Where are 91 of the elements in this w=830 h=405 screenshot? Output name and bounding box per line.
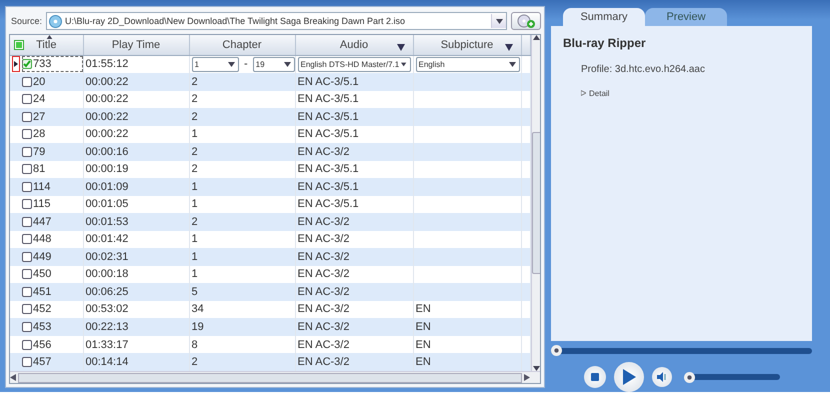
source-label: Source:	[10, 16, 42, 26]
subpicture-select[interactable]: English	[416, 56, 520, 72]
chapter-count: 2	[192, 76, 198, 88]
chapter-count: 8	[192, 338, 198, 350]
chapter-start-select[interactable]: 1	[192, 56, 239, 72]
play-time: 00:22:13	[86, 320, 128, 333]
play-time: 00:00:22	[86, 110, 128, 123]
chapter-count: 1	[192, 250, 198, 263]
chapter-count: 1	[192, 198, 198, 210]
audio-track: EN AC-3/5.1	[298, 93, 359, 106]
audio-track: EN AC-3/5.1	[298, 110, 359, 123]
title-number: 456	[33, 338, 52, 350]
title-number: 81	[33, 163, 46, 176]
column-header[interactable]: Title	[10, 35, 83, 55]
play-time: 00:01:05	[86, 198, 128, 210]
audio-track: EN AC-3/2	[298, 250, 350, 263]
chapter-count: 1	[192, 180, 198, 193]
play-time: 00:00:22	[86, 93, 128, 106]
column-header[interactable]: Chapter	[189, 35, 295, 55]
audio-track: EN AC-3/5.1	[298, 198, 359, 210]
play-time: 00:00:16	[86, 146, 128, 158]
audio-track: EN AC-3/2	[298, 146, 350, 158]
column-header[interactable]: Audio	[295, 35, 413, 55]
chapter-count: 1	[192, 268, 198, 280]
subtitle-language: EN	[416, 303, 431, 316]
play-time: 00:00:22	[86, 76, 128, 88]
source-dropdown[interactable]: U:\Blu-ray 2D_Download\New Download\The Twilight Saga Breaking Dawn Part 2.iso	[46, 12, 507, 30]
title-number: 451	[33, 286, 52, 298]
column-header[interactable]: Play Time	[83, 35, 189, 55]
title-number: 733	[33, 58, 52, 70]
play-time: 00:00:19	[86, 163, 128, 176]
audio-track: EN AC-3/2	[298, 216, 350, 228]
chapter-count: 2	[192, 93, 198, 106]
chapter-count: 2	[192, 163, 198, 176]
audio-track: EN AC-3/2	[298, 268, 350, 280]
subtitle-language: EN	[416, 320, 431, 333]
title-number: 27	[33, 110, 46, 123]
tab[interactable]: Summary	[563, 8, 645, 26]
profile-text: Profile: 3d.htc.evo.h264.aac	[581, 64, 706, 75]
range-dash: -	[242, 58, 249, 70]
tab[interactable]: Preview	[645, 8, 727, 26]
title-number: 79	[33, 146, 46, 158]
title-number: 453	[33, 320, 52, 333]
summary-title: Blu-ray Ripper	[563, 36, 647, 50]
play-time: 00:01:09	[86, 180, 128, 193]
play-time: 00:01:42	[86, 233, 128, 246]
play-time: 00:00:18	[86, 268, 128, 280]
audio-track: EN AC-3/2	[298, 286, 350, 298]
chapter-end-select[interactable]: 19	[252, 56, 294, 72]
audio-track: EN AC-3/2	[298, 303, 350, 316]
chapter-count: 1	[192, 128, 198, 140]
audio-track: EN AC-3/5.1	[298, 128, 359, 140]
title-number: 452	[33, 303, 52, 316]
chapter-count: 2	[192, 146, 198, 158]
play-time: 01:55:12	[86, 58, 128, 70]
play-time: 00:06:25	[86, 286, 128, 298]
chapter-count: 5	[192, 286, 198, 298]
chapter-count: 34	[192, 303, 204, 316]
audio-track: EN AC-3/2	[298, 233, 350, 246]
title-number: 448	[33, 233, 52, 246]
play-time: 00:01:53	[86, 216, 128, 228]
audio-track: EN AC-3/5.1	[298, 180, 359, 193]
chapter-count: 19	[192, 320, 204, 333]
audio-track: EN AC-3/2	[298, 338, 350, 350]
chapter-count: 2	[192, 110, 198, 123]
audio-track: EN AC-3/5.1	[298, 163, 359, 176]
title-number: 447	[33, 216, 52, 228]
audio-select[interactable]: English DTS-HD Master/7.1	[298, 56, 410, 72]
play-time: 01:33:17	[86, 338, 128, 350]
title-number: 20	[33, 76, 46, 88]
title-number: 450	[33, 268, 52, 280]
play-time: 00:02:31	[86, 250, 128, 263]
title-number: 114	[33, 180, 51, 193]
title-number: 28	[33, 128, 46, 140]
detail-toggle[interactable]: Detail	[581, 88, 610, 98]
chapter-count: 2	[192, 216, 198, 228]
chapter-count: 2	[192, 356, 198, 368]
subtitle-language: EN	[416, 356, 431, 368]
audio-track: EN AC-3/2	[298, 320, 350, 333]
play-time: 00:53:02	[86, 303, 128, 316]
title-number: 449	[33, 250, 52, 263]
title-number: 115	[33, 198, 51, 210]
title-number: 24	[33, 93, 46, 106]
play-time: 00:00:22	[86, 128, 128, 140]
play-time: 00:14:14	[86, 356, 128, 368]
column-header[interactable]: Subpicture	[413, 35, 521, 55]
title-number: 457	[33, 356, 52, 368]
subtitle-language: EN	[416, 338, 431, 350]
audio-track: EN AC-3/2	[298, 356, 350, 368]
audio-track: EN AC-3/5.1	[298, 76, 359, 88]
chapter-count: 1	[192, 233, 198, 246]
